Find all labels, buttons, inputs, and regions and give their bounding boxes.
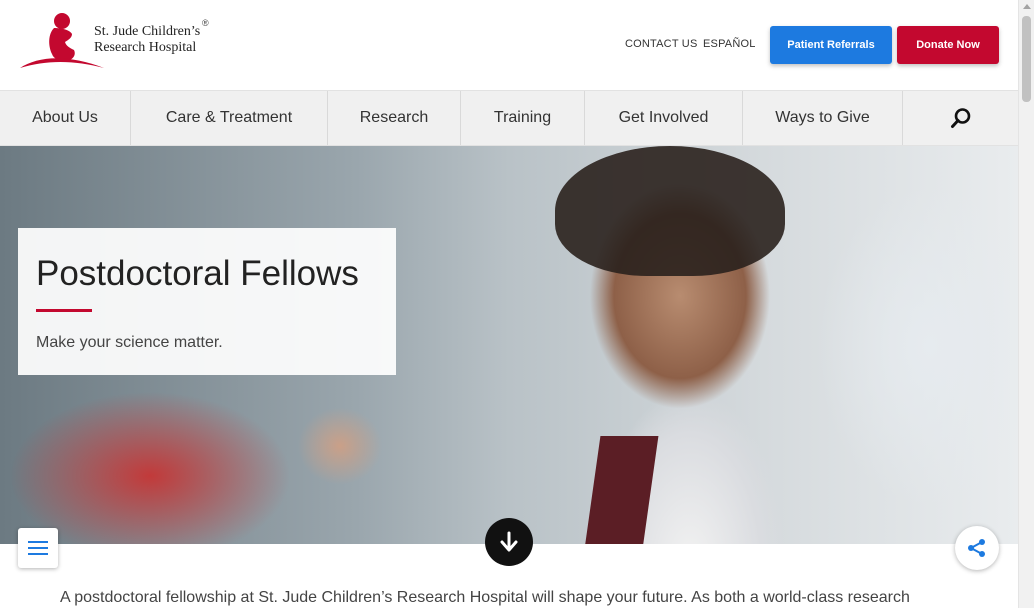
page-scrollbar[interactable] [1018,0,1034,608]
logo-line-1: St. Jude Children’s [94,24,201,39]
search-button[interactable] [903,91,1018,145]
arrow-down-icon [500,531,518,552]
donate-now-button[interactable]: Donate Now [897,26,999,64]
page-title: Postdoctoral Fellows [36,254,359,293]
hero-photo-detail-tie [583,436,659,544]
intro-paragraph: A postdoctoral fellowship at St. Jude Ch… [60,589,910,606]
nav-item-ways-to-give[interactable]: Ways to Give [743,91,903,145]
contact-us-link[interactable]: CONTACT US [625,38,698,50]
nav-item-research[interactable]: Research [328,91,461,145]
hero-image: Postdoctoral Fellows Make your science m… [0,146,1018,544]
share-icon [968,539,985,557]
logo-text: St. Jude Children’s Research Hospital [94,24,200,56]
espanol-link[interactable]: ESPAÑOL [703,38,756,50]
main-nav: About Us Care & Treatment Research Train… [0,90,1018,146]
section-menu-button[interactable] [18,528,58,568]
scrollbar-thumb[interactable] [1022,16,1031,102]
search-icon [950,108,970,128]
site-header: St. Jude Children’s Research Hospital ® … [0,0,1018,90]
hero-photo-detail [555,146,785,276]
registered-mark: ® [202,18,209,28]
site-logo[interactable]: St. Jude Children’s Research Hospital ® [18,12,218,72]
share-button[interactable] [955,526,999,570]
scroll-down-button[interactable] [485,518,533,566]
nav-item-care-treatment[interactable]: Care & Treatment [131,91,328,145]
hero-subtitle: Make your science matter. [36,334,223,351]
nav-item-about-us[interactable]: About Us [0,91,131,145]
hero-card: Postdoctoral Fellows Make your science m… [18,228,396,375]
patient-referrals-button[interactable]: Patient Referrals [770,26,892,64]
hamburger-menu-icon [28,541,48,555]
nav-item-training[interactable]: Training [461,91,585,145]
title-divider [36,309,92,312]
logo-line-2: Research Hospital [94,40,197,55]
scroll-up-arrow-icon[interactable] [1023,4,1031,9]
nav-item-get-involved[interactable]: Get Involved [585,91,743,145]
